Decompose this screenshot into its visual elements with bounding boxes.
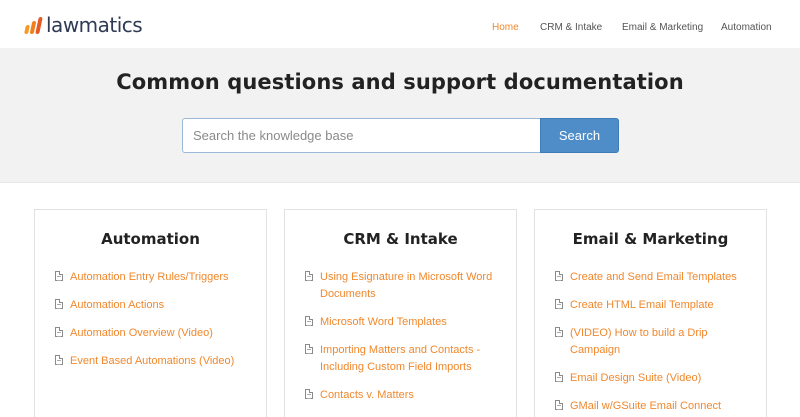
list-item: Contacts v. Matters [305, 387, 510, 404]
document-icon [305, 344, 313, 354]
nav-automation[interactable]: Automation [721, 22, 772, 33]
article-link[interactable]: (VIDEO) How to build a Drip Campaign [570, 325, 760, 359]
article-link[interactable]: Create and Send Email Templates [570, 269, 760, 286]
article-link[interactable]: Automation Overview (Video) [70, 325, 260, 342]
article-link[interactable]: GMail w/GSuite Email Connect [570, 398, 760, 415]
document-icon [555, 271, 563, 281]
list-item: Email Design Suite (Video) [555, 370, 760, 387]
search-form: Search [182, 118, 619, 153]
document-icon [55, 327, 63, 337]
category-card-automation: Automation Automation Entry Rules/Trigge… [34, 209, 267, 417]
list-item: Automation Entry Rules/Triggers [55, 269, 260, 286]
list-item: Create and Send Email Templates [555, 269, 760, 286]
search-input[interactable] [182, 118, 542, 153]
nav-home[interactable]: Home [492, 22, 519, 33]
page-title: Common questions and support documentati… [116, 70, 684, 94]
list-item: Importing Matters and Contacts - Includi… [305, 342, 510, 376]
logo-bars-icon [24, 16, 44, 36]
list-item: Create HTML Email Template [555, 297, 760, 314]
article-list: Create and Send Email Templates Create H… [555, 269, 760, 417]
article-list: Automation Entry Rules/Triggers Automati… [55, 269, 260, 381]
article-link[interactable]: Contacts v. Matters [320, 387, 510, 404]
document-icon [55, 299, 63, 309]
list-item: Microsoft Word Templates [305, 314, 510, 331]
nav-crm-intake[interactable]: CRM & Intake [540, 22, 602, 33]
document-icon [305, 271, 313, 281]
document-icon [555, 299, 563, 309]
nav-email-marketing[interactable]: Email & Marketing [622, 22, 703, 33]
article-link[interactable]: Microsoft Word Templates [320, 314, 510, 331]
search-button[interactable]: Search [540, 118, 619, 153]
article-link[interactable]: Using Esignature in Microsoft Word Docum… [320, 269, 510, 303]
article-link[interactable]: Email Design Suite (Video) [570, 370, 760, 387]
document-icon [555, 400, 563, 410]
document-icon [55, 271, 63, 281]
lawmatics-logo[interactable]: lawmatics [24, 13, 143, 37]
category-title: Automation [101, 230, 200, 248]
list-item: GMail w/GSuite Email Connect [555, 398, 760, 415]
category-card-email-marketing: Email & Marketing Create and Send Email … [534, 209, 767, 417]
list-item: Automation Overview (Video) [55, 325, 260, 342]
list-item: Using Esignature in Microsoft Word Docum… [305, 269, 510, 303]
document-icon [305, 316, 313, 326]
article-list: Using Esignature in Microsoft Word Docum… [305, 269, 510, 415]
list-item: Automation Actions [55, 297, 260, 314]
hero-section: Common questions and support documentati… [0, 48, 800, 183]
category-title: Email & Marketing [572, 230, 729, 248]
list-item: Event Based Automations (Video) [55, 353, 260, 370]
article-link[interactable]: Automation Entry Rules/Triggers [70, 269, 260, 286]
list-item: (VIDEO) How to build a Drip Campaign [555, 325, 760, 359]
logo-text: lawmatics [46, 13, 143, 37]
document-icon [55, 355, 63, 365]
category-title: CRM & Intake [343, 230, 458, 248]
article-link[interactable]: Create HTML Email Template [570, 297, 760, 314]
article-link[interactable]: Event Based Automations (Video) [70, 353, 260, 370]
article-link[interactable]: Importing Matters and Contacts - Includi… [320, 342, 510, 376]
document-icon [555, 372, 563, 382]
article-link[interactable]: Automation Actions [70, 297, 260, 314]
category-card-crm-intake: CRM & Intake Using Esignature in Microso… [284, 209, 517, 417]
document-icon [555, 327, 563, 337]
document-icon [305, 389, 313, 399]
